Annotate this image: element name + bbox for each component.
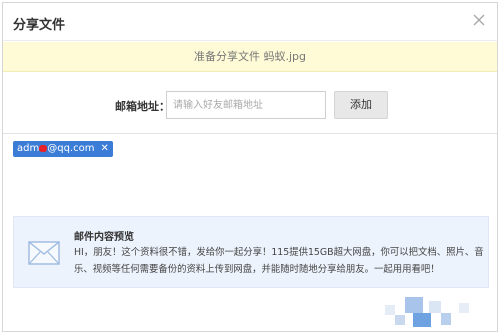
share-file-notice: 准备分享文件 蚂蚁.jpg bbox=[3, 42, 497, 72]
email-form: 邮箱地址： 添加 bbox=[3, 91, 497, 121]
add-button[interactable]: 添加 bbox=[334, 91, 388, 119]
recipient-tag[interactable]: adm @qq.com ✕ bbox=[13, 141, 113, 157]
recipient-email: adm @qq.com bbox=[17, 143, 95, 154]
mail-preview: 邮件内容预览 HI，朋友！这个资料很不错，发给你一起分享！115提供15GB超大… bbox=[13, 216, 489, 288]
mail-envelope-icon bbox=[28, 241, 60, 265]
email-input[interactable] bbox=[166, 91, 326, 119]
share-file-dialog: 分享文件 准备分享文件 蚂蚁.jpg 邮箱地址： 添加 adm@qq.com ✕… bbox=[2, 2, 498, 332]
preview-body: HI，朋友！这个资料很不错，发给你一起分享！115提供15GB超大网盘，你可以把… bbox=[74, 247, 484, 275]
dialog-title: 分享文件 bbox=[13, 18, 66, 33]
remove-tag-icon[interactable]: ✕ bbox=[100, 141, 108, 157]
preview-title: 邮件内容预览 bbox=[74, 232, 134, 243]
close-icon[interactable] bbox=[471, 12, 487, 28]
image-artifact bbox=[385, 297, 469, 327]
email-label: 邮箱地址： bbox=[115, 100, 170, 113]
dialog-header: 分享文件 bbox=[3, 3, 497, 41]
divider bbox=[3, 133, 497, 134]
